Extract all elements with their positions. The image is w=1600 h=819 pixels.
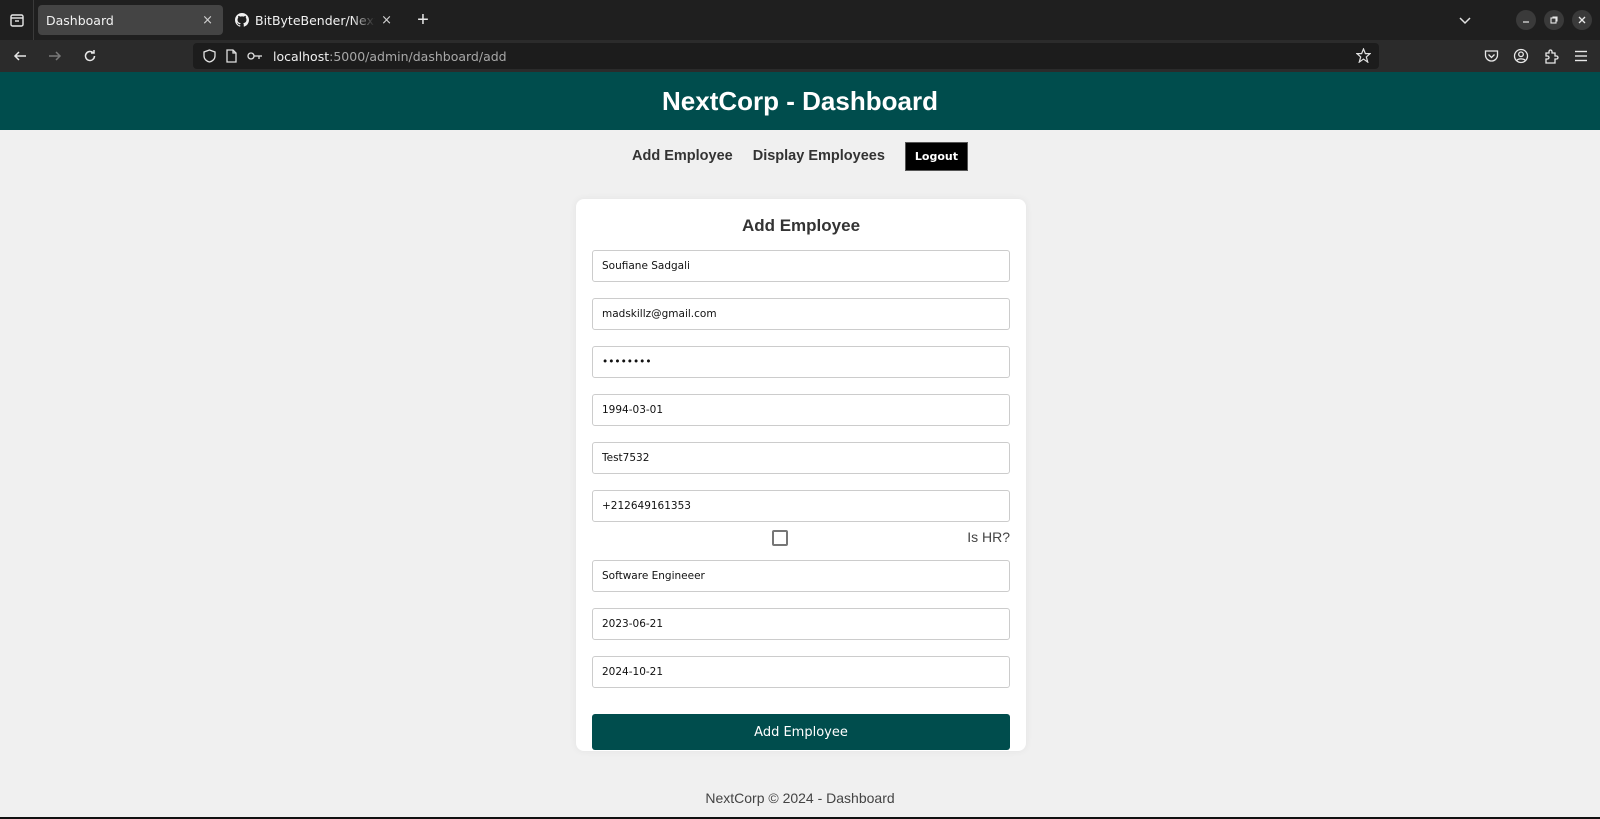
url-text[interactable]: localhost:5000/admin/dashboard/add bbox=[273, 49, 507, 64]
address-bar[interactable]: localhost:5000/admin/dashboard/add bbox=[193, 43, 1379, 69]
hamburger-menu-icon bbox=[1575, 50, 1587, 62]
back-button[interactable] bbox=[5, 41, 35, 71]
footer-text: NextCorp © 2024 - Dashboard bbox=[705, 790, 895, 806]
minimize-button[interactable] bbox=[1516, 10, 1536, 30]
footer: NextCorp © 2024 - Dashboard bbox=[0, 790, 1600, 806]
browser-nav-bar: localhost:5000/admin/dashboard/add bbox=[0, 40, 1600, 72]
account-icon bbox=[1513, 48, 1529, 64]
birth-date-input[interactable] bbox=[592, 394, 1010, 426]
browser-tab-bar: Dashboard × BitByteBender/Next_Corp × + bbox=[0, 0, 1600, 40]
pocket-icon bbox=[1484, 50, 1498, 62]
close-tab-icon[interactable]: × bbox=[381, 13, 392, 28]
tab-manager-icon bbox=[9, 14, 24, 27]
url-host: localhost bbox=[273, 48, 330, 64]
minimize-icon bbox=[1523, 21, 1529, 23]
nav-add-employee-link[interactable]: Add Employee bbox=[632, 148, 733, 164]
full-name-input[interactable] bbox=[592, 250, 1010, 282]
tab-dashboard[interactable]: Dashboard × bbox=[38, 5, 223, 35]
add-employee-form: Add Employee Is HR? Add Employee bbox=[576, 199, 1026, 751]
page-icon[interactable] bbox=[226, 49, 237, 63]
bookmark-star-icon[interactable] bbox=[1356, 48, 1371, 63]
username-input[interactable] bbox=[592, 442, 1010, 474]
restore-button[interactable] bbox=[1544, 10, 1564, 30]
is-hr-row: Is HR? bbox=[592, 529, 1010, 547]
arrow-right-icon bbox=[49, 51, 62, 61]
form-title: Add Employee bbox=[741, 216, 861, 235]
chevron-down-icon[interactable] bbox=[1458, 13, 1472, 27]
shield-icon[interactable] bbox=[203, 49, 216, 63]
nav-display-employees-link[interactable]: Display Employees bbox=[753, 148, 885, 164]
reload-icon bbox=[84, 50, 96, 62]
page-content: NextCorp - Dashboard Add Employee Displa… bbox=[0, 72, 1600, 819]
password-input[interactable] bbox=[592, 346, 1010, 378]
pocket-button[interactable] bbox=[1476, 41, 1506, 71]
end-date-input[interactable] bbox=[592, 656, 1010, 688]
site-header: NextCorp - Dashboard bbox=[0, 72, 1600, 130]
extensions-button[interactable] bbox=[1536, 41, 1566, 71]
hire-date-input[interactable] bbox=[592, 608, 1010, 640]
github-icon bbox=[235, 13, 249, 27]
tab-list-button[interactable] bbox=[0, 0, 34, 40]
restore-icon bbox=[1550, 16, 1558, 24]
forward-button[interactable] bbox=[40, 41, 70, 71]
account-button[interactable] bbox=[1506, 41, 1536, 71]
logout-button[interactable]: Logout bbox=[904, 141, 968, 171]
page-title: NextCorp - Dashboard bbox=[662, 86, 938, 116]
new-tab-button[interactable]: + bbox=[410, 9, 436, 32]
url-path: :5000/admin/dashboard/add bbox=[329, 48, 507, 64]
is-hr-checkbox[interactable] bbox=[772, 530, 788, 546]
close-window-button[interactable] bbox=[1572, 10, 1592, 30]
tab-label: Dashboard bbox=[46, 12, 114, 28]
email-input[interactable] bbox=[592, 298, 1010, 330]
close-icon bbox=[1578, 16, 1586, 24]
key-icon[interactable] bbox=[247, 51, 263, 61]
site-nav: Add Employee Display Employees Logout bbox=[0, 130, 1600, 182]
arrow-left-icon bbox=[13, 51, 26, 61]
add-employee-submit-button[interactable]: Add Employee bbox=[592, 714, 1010, 750]
menu-button[interactable] bbox=[1566, 41, 1596, 71]
position-input[interactable] bbox=[592, 560, 1010, 592]
phone-input[interactable] bbox=[592, 490, 1010, 522]
puzzle-icon bbox=[1544, 49, 1559, 64]
close-tab-icon[interactable]: × bbox=[202, 13, 213, 28]
tab-github[interactable]: BitByteBender/Next_Corp × bbox=[227, 5, 402, 35]
is-hr-label: Is HR? bbox=[967, 529, 1010, 545]
tab-label: BitByteBender/Next_Corp bbox=[255, 12, 375, 28]
reload-button[interactable] bbox=[75, 41, 105, 71]
